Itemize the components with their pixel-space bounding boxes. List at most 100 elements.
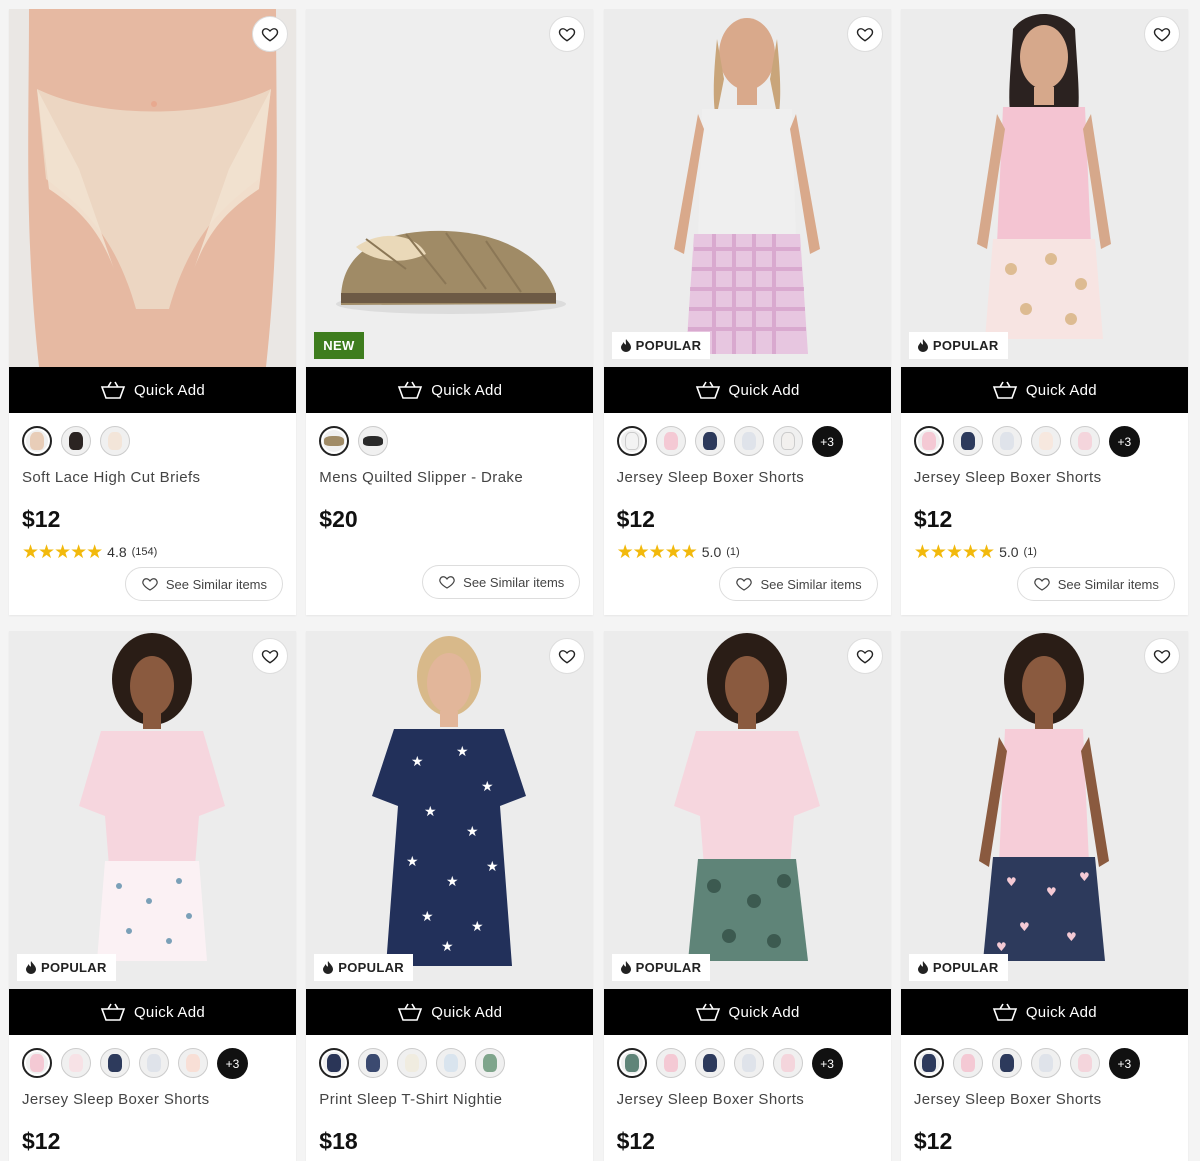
- briefs-photo: [9, 9, 296, 367]
- product-image[interactable]: POPULAR: [603, 9, 891, 367]
- product-name[interactable]: Jersey Sleep Boxer Shorts: [604, 1091, 891, 1117]
- product-card[interactable]: POPULAR Quick Add +3 Jersey Sleep Boxer …: [9, 631, 296, 1161]
- color-swatch[interactable]: [694, 1048, 725, 1078]
- svg-text:★: ★: [481, 779, 494, 795]
- color-swatch[interactable]: [61, 426, 91, 456]
- color-swatch[interactable]: [358, 1048, 389, 1078]
- product-card[interactable]: POPULAR Quick Add +3 Jersey Sleep Boxer …: [603, 9, 891, 615]
- svg-text:★: ★: [456, 744, 469, 760]
- product-card[interactable]: NEW Quick Add Mens Quilted Slipper - Dra…: [306, 9, 594, 615]
- quick-add-button[interactable]: Quick Add: [900, 989, 1188, 1035]
- wishlist-button[interactable]: [1143, 16, 1180, 52]
- product-image[interactable]: NEW: [306, 9, 594, 367]
- product-image[interactable]: POPULAR: [603, 631, 891, 989]
- color-swatch[interactable]: [991, 426, 1022, 456]
- color-swatch[interactable]: [358, 426, 389, 456]
- more-colors-button[interactable]: +3: [811, 1048, 843, 1079]
- heart-icon: [1153, 28, 1171, 42]
- color-swatch[interactable]: [397, 1048, 428, 1078]
- see-similar-label: See Similar items: [463, 574, 565, 590]
- product-image[interactable]: [9, 9, 296, 367]
- popular-badge: POPULAR: [908, 954, 1008, 981]
- product-name[interactable]: Print Sleep T-Shirt Nightie: [306, 1091, 593, 1117]
- product-card[interactable]: ★ ★ ★ ★ ★ ★ ★ ★ ★ ★ ★ POPULAR Quick Add Print Slee…: [306, 631, 594, 1161]
- product-image[interactable]: ★ ★ ★ ★ ★ ★ ★ ★ ★ ★ ★ POPULAR: [306, 631, 594, 989]
- color-swatch[interactable]: [475, 1048, 506, 1078]
- see-similar-button[interactable]: See Similar items: [422, 565, 581, 599]
- color-swatch[interactable]: [319, 1048, 350, 1078]
- wishlist-button[interactable]: [846, 638, 883, 674]
- color-swatch[interactable]: [100, 426, 130, 456]
- see-similar-button[interactable]: See Similar items: [124, 567, 283, 601]
- product-image[interactable]: POPULAR: [900, 9, 1188, 367]
- color-swatch[interactable]: [178, 1048, 208, 1078]
- wishlist-button[interactable]: [1143, 638, 1180, 674]
- color-swatch[interactable]: [22, 426, 52, 456]
- color-swatch[interactable]: [733, 426, 764, 456]
- product-name[interactable]: Jersey Sleep Boxer Shorts: [901, 1091, 1188, 1117]
- product-image[interactable]: POPULAR: [9, 631, 296, 989]
- color-swatch[interactable]: [772, 426, 803, 456]
- wishlist-button[interactable]: [846, 16, 883, 52]
- see-similar-button[interactable]: See Similar items: [1016, 567, 1175, 601]
- model-photo: [603, 9, 891, 367]
- color-swatch[interactable]: [733, 1048, 764, 1078]
- wishlist-button[interactable]: [252, 638, 288, 674]
- color-swatch[interactable]: [913, 1048, 944, 1078]
- rating-count: (1): [726, 546, 740, 558]
- color-swatch[interactable]: [319, 426, 350, 456]
- svg-text:♥: ♥: [1079, 870, 1090, 884]
- product-name[interactable]: Mens Quilted Slipper - Drake: [306, 469, 593, 495]
- product-card[interactable]: Quick Add Soft Lace High Cut Briefs $12 …: [9, 9, 296, 615]
- color-swatch[interactable]: [61, 1048, 91, 1078]
- product-name[interactable]: Jersey Sleep Boxer Shorts: [9, 1091, 296, 1117]
- quick-add-button[interactable]: Quick Add: [306, 367, 594, 413]
- color-swatch[interactable]: [694, 426, 725, 456]
- product-name[interactable]: Jersey Sleep Boxer Shorts: [604, 469, 891, 495]
- color-swatches: [306, 1035, 593, 1091]
- color-swatch[interactable]: [22, 1048, 52, 1078]
- more-colors-button[interactable]: +3: [1108, 1048, 1140, 1079]
- model-photo: [603, 631, 891, 989]
- color-swatch[interactable]: [100, 1048, 130, 1078]
- quick-add-button[interactable]: Quick Add: [900, 367, 1188, 413]
- color-swatch[interactable]: [1030, 426, 1061, 456]
- more-colors-button[interactable]: +3: [811, 426, 843, 457]
- basket-icon: [695, 381, 720, 399]
- product-name[interactable]: Soft Lace High Cut Briefs: [9, 469, 296, 495]
- product-card[interactable]: ♥ ♥ ♥ ♥ ♥ ♥ POPULAR Quick Add +3 Jersey Sleep…: [900, 631, 1188, 1161]
- color-swatch[interactable]: [991, 1048, 1022, 1078]
- color-swatch[interactable]: [1069, 426, 1100, 456]
- product-card[interactable]: POPULAR Quick Add +3 Jersey Sleep Boxer …: [900, 9, 1188, 615]
- badge-label: POPULAR: [932, 338, 999, 353]
- color-swatch[interactable]: [436, 1048, 467, 1078]
- more-colors-button[interactable]: +3: [217, 1048, 248, 1079]
- product-name[interactable]: Jersey Sleep Boxer Shorts: [901, 469, 1188, 495]
- color-swatch[interactable]: [616, 426, 647, 456]
- color-swatch[interactable]: [772, 1048, 803, 1078]
- color-swatch[interactable]: [1030, 1048, 1061, 1078]
- similar-heart-icon: [736, 578, 753, 591]
- badge-label: POPULAR: [932, 960, 999, 975]
- quick-add-button[interactable]: Quick Add: [306, 989, 594, 1035]
- quick-add-button[interactable]: Quick Add: [603, 989, 891, 1035]
- see-similar-button[interactable]: See Similar items: [719, 567, 878, 601]
- quick-add-button[interactable]: Quick Add: [9, 367, 296, 413]
- new-badge: NEW: [314, 332, 364, 359]
- color-swatch[interactable]: [952, 426, 983, 456]
- product-price: $12: [22, 506, 61, 532]
- product-image[interactable]: ♥ ♥ ♥ ♥ ♥ ♥ POPULAR: [900, 631, 1188, 989]
- color-swatch[interactable]: [655, 426, 686, 456]
- wishlist-button[interactable]: [252, 16, 288, 52]
- color-swatch[interactable]: [616, 1048, 647, 1078]
- color-swatch[interactable]: [913, 426, 944, 456]
- svg-text:★: ★: [421, 909, 434, 925]
- product-card[interactable]: POPULAR Quick Add +3 Jersey Sleep Boxer …: [603, 631, 891, 1161]
- more-colors-button[interactable]: +3: [1108, 426, 1140, 457]
- color-swatch[interactable]: [1069, 1048, 1100, 1078]
- quick-add-button[interactable]: Quick Add: [603, 367, 891, 413]
- quick-add-button[interactable]: Quick Add: [9, 989, 296, 1035]
- color-swatch[interactable]: [655, 1048, 686, 1078]
- color-swatch[interactable]: [139, 1048, 169, 1078]
- color-swatch[interactable]: [952, 1048, 983, 1078]
